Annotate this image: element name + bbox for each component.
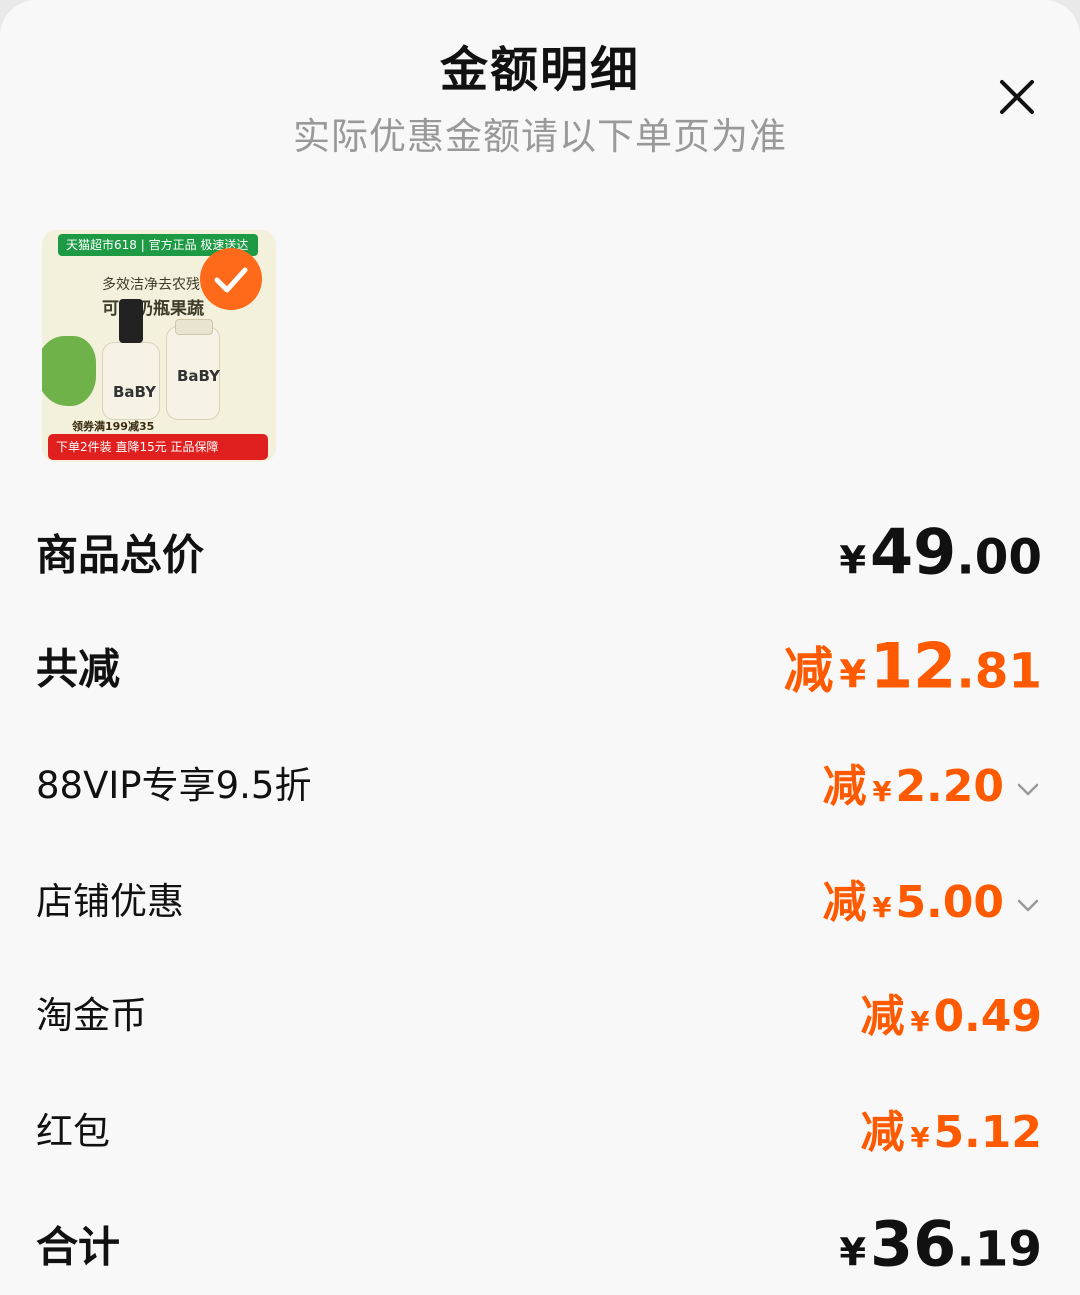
discount-value: 减 ¥0.49 [860,980,1042,1044]
currency-symbol: ¥ [872,777,892,808]
discount-label: 88VIP专享9.5折 [36,764,312,807]
chevron-down-icon[interactable] [1014,891,1042,919]
discount-label: 店铺优惠 [36,880,184,923]
currency-symbol: ¥ [839,652,867,698]
product-bottle-refill: BaBY [166,319,221,420]
close-button[interactable] [994,74,1040,120]
discount-value: 减 ¥5.00 [822,866,1042,930]
discount-prefix: 减 [822,877,867,928]
total-price-label: 商品总价 [36,530,205,580]
grand-total-value: ¥36.19 [839,1208,1042,1281]
grand-total-integer: 36 [870,1207,957,1281]
discount-row-store[interactable]: 店铺优惠 减 ¥5.00 [0,858,1080,938]
total-price-decimal: .00 [956,529,1042,586]
discount-prefix: 减 [783,641,834,700]
discount-prefix: 减 [822,761,867,812]
total-discount-decimal: .81 [956,643,1042,700]
discount-label: 淘金币 [36,994,147,1037]
discount-prefix: 减 [860,1107,905,1158]
currency-symbol: ¥ [839,538,867,584]
currency-symbol: ¥ [910,1123,930,1154]
discount-row-red-packet: 红包 减 ¥5.12 [0,1088,1080,1168]
discount-amount: 5.12 [933,1107,1042,1158]
discount-amount: 0.49 [933,991,1042,1042]
lettuce-image [42,336,96,406]
total-price-integer: 49 [870,515,957,589]
currency-symbol: ¥ [872,893,892,924]
amount-detail-sheet: 金额明细 实际优惠金额请以下单页为准 天猫超市618 | 官方正品 极速送达 多… [0,0,1080,1295]
discount-row-taojinbi: 淘金币 减 ¥0.49 [0,972,1080,1052]
total-price-row: 商品总价 ¥49.00 [0,512,1080,592]
thumbnail-coupon-text: 领券满199减35 [72,420,155,433]
discount-amount: 2.20 [895,761,1004,812]
total-discount-row: 共减 减 ¥12.81 [0,626,1080,706]
grand-total-row: 合计 ¥36.19 [0,1204,1080,1284]
currency-symbol: ¥ [910,1007,930,1038]
thumbnail-footer: 下单2件装 直降15元 正品保障 [48,434,268,460]
sheet-title: 金额明细 [439,42,640,98]
currency-symbol: ¥ [839,1230,867,1276]
total-discount-label: 共减 [36,644,121,694]
bottle-label: BaBY [113,383,157,401]
grand-total-decimal: .19 [956,1221,1042,1278]
grand-total-label: 合计 [36,1222,121,1272]
bottle-label: BaBY [177,367,221,385]
check-icon [214,267,248,293]
total-price-value: ¥49.00 [839,516,1042,589]
total-discount-integer: 12 [870,629,957,703]
total-discount-value: 减 ¥12.81 [784,630,1042,703]
discount-amount: 5.00 [895,877,1004,928]
discount-label: 红包 [36,1110,110,1153]
discount-row-88vip[interactable]: 88VIP专享9.5折 减 ¥2.20 [0,742,1080,822]
discount-value: 减 ¥5.12 [860,1096,1042,1160]
close-icon [1000,80,1034,114]
discount-prefix: 减 [860,991,905,1042]
discount-value: 减 ¥2.20 [822,750,1042,814]
sheet-subtitle: 实际优惠金额请以下单页为准 [293,115,787,158]
product-bottle-pump: BaBY [102,299,160,420]
chevron-down-icon[interactable] [1014,775,1042,803]
product-selected-checkbox[interactable] [200,248,262,310]
